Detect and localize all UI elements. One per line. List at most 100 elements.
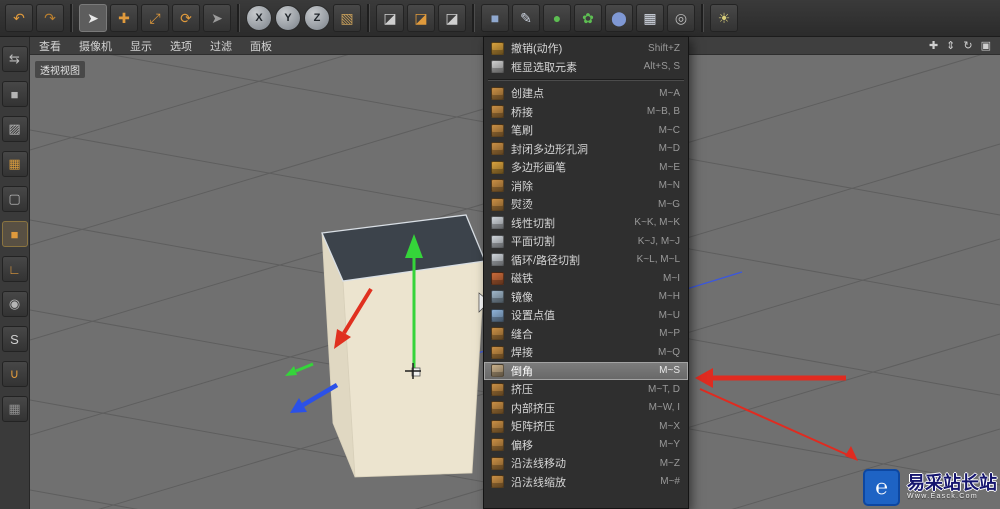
menu-item-iron[interactable]: 熨烫 M~G (484, 195, 688, 214)
lock-z-axis-icon[interactable]: Z (304, 5, 330, 31)
menu-item-undo-action[interactable]: 撤销(动作) Shift+Z (484, 39, 688, 58)
rotate-icon[interactable]: ⟳ (172, 4, 200, 32)
menu-item-shortcut: M~Y (659, 439, 680, 451)
menu-item-shortcut: M~B, B (646, 106, 680, 118)
menu-item-label: 焊接 (511, 347, 533, 360)
workplane-mode-icon[interactable]: ▦ (1, 151, 28, 177)
light-icon[interactable]: ☀ (710, 4, 738, 32)
menu-item-shortcut: K~J, M~J (637, 235, 680, 247)
workplane-grid-icon[interactable]: ▦ (1, 396, 28, 422)
menu-item-frame-selected-elements[interactable]: 框显选取元素 Alt+S, S (484, 58, 688, 77)
viewport-menu-item[interactable]: 过滤 (201, 38, 241, 54)
points-mode-icon[interactable]: ▢ (1, 186, 28, 212)
matrix-extrude-icon (491, 419, 504, 433)
menu-item-create-point[interactable]: 创建点 M~A (484, 84, 688, 103)
left-tool-sidebar: ⇆ ■ ▨ ▦ ▢ ■ ∟ ◉ S ∪ ▦ (0, 37, 30, 509)
toggle-view-icon[interactable]: ▣ (981, 39, 991, 52)
menu-item-shortcut: M~X (659, 420, 680, 432)
subdivision-surface-icon[interactable]: ● (543, 4, 571, 32)
menu-item-label: 桥接 (511, 106, 533, 119)
magnet-snap-icon[interactable]: ∪ (1, 361, 28, 387)
menu-item-close-polygon-hole[interactable]: 封闭多边形孔洞 M~D (484, 140, 688, 159)
menu-item-stitch-and-sew[interactable]: 缝合 M~P (484, 325, 688, 344)
viewport-menu-item[interactable]: 显示 (121, 38, 161, 54)
texture-mode-icon[interactable]: ▨ (1, 116, 28, 142)
undo-icon[interactable]: ↶ (5, 4, 33, 32)
viewport-menu-item[interactable]: 查看 (30, 38, 70, 54)
viewport-menu-item[interactable]: 选项 (161, 38, 201, 54)
menu-item-label: 框显选取元素 (511, 61, 577, 74)
menu-item-shortcut: M~G (658, 198, 680, 210)
menu-item-label: 撤销(动作) (511, 43, 563, 56)
generator-icon[interactable]: ✿ (574, 4, 602, 32)
menu-item-plane-cut[interactable]: 平面切割 K~J, M~J (484, 232, 688, 251)
render-settings-icon[interactable]: ◪ (438, 4, 466, 32)
menu-item-shortcut: M~P (659, 328, 680, 340)
lock-x-axis-icon[interactable]: X (246, 5, 272, 31)
menu-item-extrude[interactable]: 挤压 M~T, D (484, 380, 688, 399)
menu-item-label: 内部挤压 (511, 402, 555, 415)
axis-mode-icon[interactable]: ∟ (1, 256, 28, 282)
menu-item-label: 创建点 (511, 88, 544, 101)
polygon-pen-icon (491, 160, 504, 174)
render-to-picture-viewer-icon[interactable]: ◪ (407, 4, 435, 32)
polygons-mode-icon[interactable]: ■ (1, 221, 28, 247)
menu-item-weld[interactable]: 焊接 M~Q (484, 343, 688, 362)
menu-item-bridge[interactable]: 桥接 M~B, B (484, 103, 688, 122)
menu-item-extrude-inner[interactable]: 内部挤压 M~W, I (484, 399, 688, 418)
coordinate-system-icon[interactable]: ▧ (333, 4, 361, 32)
menu-item-set-point-value[interactable]: 设置点值 M~U (484, 306, 688, 325)
frame-selected-elements-icon (491, 60, 504, 74)
cube-object[interactable] (321, 214, 486, 478)
deformer-icon[interactable]: ⬤ (605, 4, 633, 32)
menu-item-normal-move[interactable]: 沿法线移动 M~Z (484, 454, 688, 473)
extrude-icon (491, 382, 504, 396)
viewport-menu-item[interactable]: 摄像机 (70, 38, 121, 54)
move-icon[interactable]: ✚ (110, 4, 138, 32)
menu-item-line-cut[interactable]: 线性切割 K~K, M~K (484, 214, 688, 233)
menu-item-polygon-pen[interactable]: 多边形画笔 M~E (484, 158, 688, 177)
live-selection-icon[interactable]: ➤ (79, 4, 107, 32)
pen-icon[interactable]: ✎ (512, 4, 540, 32)
menu-item-brush[interactable]: 笔刷 M~C (484, 121, 688, 140)
menu-item-shortcut: M~W, I (648, 402, 680, 414)
menu-item-bevel[interactable]: 倒角 M~S (484, 361, 688, 380)
menu-item-magnet[interactable]: 磁铁 M~I (484, 269, 688, 288)
menu-item-smooth-shift[interactable]: 偏移 M~Y (484, 436, 688, 455)
menu-item-matrix-extrude[interactable]: 矩阵挤压 M~X (484, 417, 688, 436)
pan-view-icon[interactable]: ✚ (929, 39, 938, 52)
menu-item-label: 熨烫 (511, 199, 533, 212)
redo-icon[interactable]: ↷ (36, 4, 64, 32)
menu-item-shortcut: Shift+Z (648, 42, 680, 54)
menu-item-shortcut: M~H (658, 291, 680, 303)
menu-item-shortcut: M~E (659, 161, 680, 173)
render-view-icon[interactable]: ◪ (376, 4, 404, 32)
lock-y-axis-icon[interactable]: Y (275, 5, 301, 31)
rotate-view-icon[interactable]: ↻ (963, 39, 972, 52)
view-label: 透视视图 (35, 61, 85, 78)
brush-icon (491, 123, 504, 137)
camera-icon[interactable]: ◎ (667, 4, 695, 32)
close-polygon-hole-icon (491, 142, 504, 156)
zoom-view-icon[interactable]: ⇕ (946, 39, 955, 52)
model-mode-icon[interactable]: ■ (1, 81, 28, 107)
menu-item-mirror[interactable]: 镜像 M~H (484, 288, 688, 307)
viewport-nav-icons: ✚ ⇕ ↻ ▣ (929, 39, 1000, 52)
menu-item-normal-scale[interactable]: 沿法线缩放 M~# (484, 473, 688, 492)
array-icon[interactable]: ▦ (636, 4, 664, 32)
add-cube-icon[interactable]: ■ (481, 4, 509, 32)
viewport-menu-items: 查看 摄像机 显示 选项 过滤 面板 (30, 38, 281, 54)
snap-key-icon[interactable]: S (1, 326, 28, 352)
stitch-and-sew-icon (491, 327, 504, 341)
menu-item-label: 循环/路径切割 (511, 254, 581, 267)
viewport-menu-item[interactable]: 面板 (241, 38, 281, 54)
menu-item-shortcut: M~A (659, 87, 680, 99)
scale-icon[interactable]: ⤢ (141, 4, 169, 32)
last-used-tool-icon[interactable]: ➤ (203, 4, 231, 32)
make-editable-icon[interactable]: ⇆ (1, 46, 28, 72)
viewport-solo-icon[interactable]: ◉ (1, 291, 28, 317)
menu-item-loop-path-cut[interactable]: 循环/路径切割 K~L, M~L (484, 251, 688, 270)
menu-item-dissolve[interactable]: 消除 M~N (484, 177, 688, 196)
menu-item-shortcut: M~C (658, 124, 680, 136)
menu-item-shortcut: M~S (659, 365, 680, 377)
